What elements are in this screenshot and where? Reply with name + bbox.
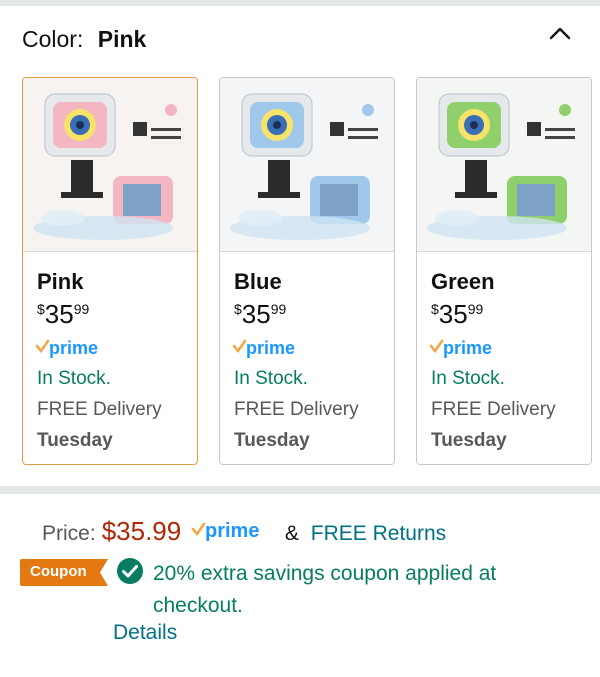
delivery-text: FREE Delivery bbox=[234, 399, 359, 420]
color-label: Color: bbox=[22, 26, 84, 52]
svg-text:prime: prime bbox=[49, 338, 98, 358]
variant-price: $3599 bbox=[37, 299, 90, 329]
delivery-text: FREE Delivery bbox=[37, 399, 162, 420]
delivery-day: Tuesday bbox=[234, 430, 310, 450]
variant-price: $3599 bbox=[431, 299, 484, 329]
prime-badge: prime bbox=[232, 337, 322, 364]
section-divider bbox=[0, 486, 600, 494]
product-image bbox=[23, 78, 197, 252]
delivery-text: FREE Delivery bbox=[431, 399, 556, 420]
stock-status: In Stock. bbox=[431, 368, 505, 389]
ampersand: & bbox=[284, 522, 299, 545]
top-divider bbox=[0, 0, 600, 6]
color-selector-header: Color: Pink bbox=[22, 26, 146, 53]
variant-card-blue[interactable]: Blue $3599 prime In Stock. FREE Delivery… bbox=[219, 77, 395, 465]
coupon-badge: Coupon bbox=[20, 559, 108, 586]
variant-name: Green bbox=[431, 269, 495, 294]
free-returns-link[interactable]: FREE Returns bbox=[311, 522, 446, 545]
coupon-details-link[interactable]: Details bbox=[113, 621, 177, 645]
prime-badge: prime bbox=[191, 519, 271, 549]
variant-card-green[interactable]: Green $3599 prime In Stock. FREE Deliver… bbox=[416, 77, 592, 465]
prime-badge: prime bbox=[429, 337, 519, 364]
price-summary: Price: $35.99 prime & FREE Returns bbox=[42, 516, 446, 549]
price-label: Price: bbox=[42, 522, 96, 545]
prime-badge: prime bbox=[35, 337, 125, 364]
variant-name: Blue bbox=[234, 269, 282, 294]
color-variant-list: Pink $3599 prime In Stock. FREE Delivery… bbox=[22, 77, 592, 465]
svg-text:prime: prime bbox=[205, 520, 259, 542]
variant-card-pink[interactable]: Pink $3599 prime In Stock. FREE Delivery… bbox=[22, 77, 198, 465]
svg-text:prime: prime bbox=[246, 338, 295, 358]
delivery-day: Tuesday bbox=[431, 430, 507, 450]
variant-price: $3599 bbox=[234, 299, 287, 329]
price-amount: $35.99 bbox=[101, 516, 182, 546]
delivery-day: Tuesday bbox=[37, 430, 113, 450]
coupon-applied-message: 20% extra savings coupon applied at chec… bbox=[153, 562, 497, 617]
product-image bbox=[417, 78, 591, 252]
chevron-up-icon[interactable] bbox=[548, 22, 572, 46]
stock-status: In Stock. bbox=[234, 368, 308, 389]
variant-name: Pink bbox=[37, 269, 84, 294]
product-image bbox=[220, 78, 394, 252]
check-circle-icon bbox=[116, 557, 144, 590]
svg-text:prime: prime bbox=[443, 338, 492, 358]
selected-color-value: Pink bbox=[97, 26, 147, 52]
stock-status: In Stock. bbox=[37, 368, 111, 389]
